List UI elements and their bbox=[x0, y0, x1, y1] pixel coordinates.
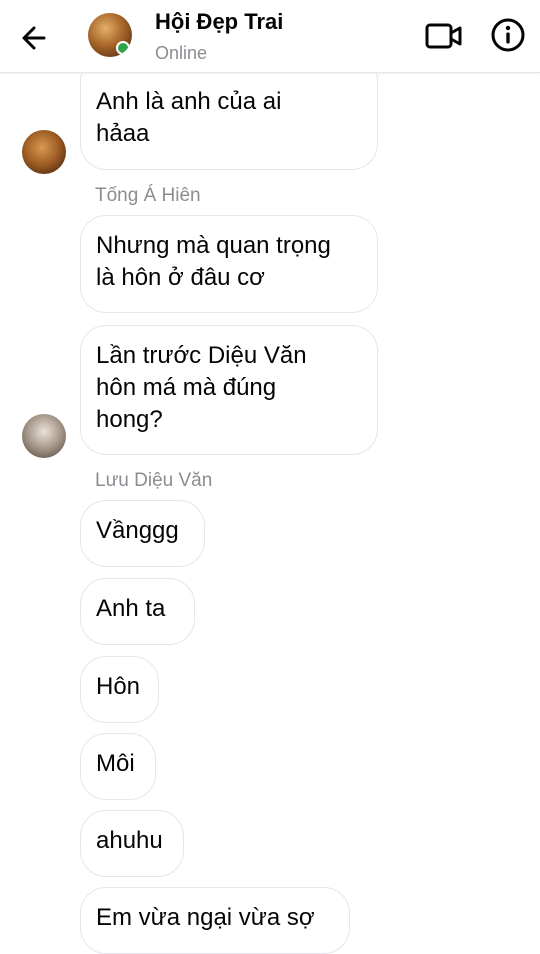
online-indicator bbox=[116, 41, 130, 55]
video-camera-icon bbox=[425, 23, 462, 49]
sender-avatar[interactable] bbox=[22, 130, 66, 174]
message-bubble[interactable]: Anh ta bbox=[80, 578, 195, 645]
sender-name: Lưu Diệu Văn bbox=[95, 470, 213, 491]
message-bubble[interactable]: Lần trước Diệu Văn hôn má mà đúng hong? bbox=[80, 325, 378, 455]
video-call-button[interactable] bbox=[425, 20, 463, 52]
message-bubble[interactable]: Hôn bbox=[80, 656, 159, 723]
chat-title[interactable]: Hội Đẹp Trai bbox=[155, 9, 283, 35]
message-bubble[interactable]: Anh là anh của ai hảaa bbox=[80, 72, 378, 170]
chat-avatar[interactable] bbox=[88, 13, 132, 57]
message-bubble[interactable]: Vầnggg bbox=[80, 500, 205, 567]
chat-header: Hội Đẹp Trai Online bbox=[0, 0, 540, 73]
sender-avatar[interactable] bbox=[22, 414, 66, 458]
message-bubble[interactable]: Em vừa ngại vừa sợ bbox=[80, 887, 350, 954]
arrow-left-icon bbox=[22, 26, 46, 50]
info-button[interactable] bbox=[490, 17, 526, 53]
message-bubble[interactable]: ahuhu bbox=[80, 810, 184, 877]
message-bubble[interactable]: Nhưng mà quan trọng là hôn ở đâu cơ bbox=[80, 215, 378, 313]
presence-status: Online bbox=[155, 43, 208, 63]
back-button[interactable] bbox=[16, 20, 56, 56]
info-circle-icon bbox=[491, 18, 525, 52]
message-thread: Anh là anh của ai hảaa Tống Á Hiên Nhưng… bbox=[0, 0, 540, 954]
sender-name: Tống Á Hiên bbox=[95, 185, 201, 206]
message-bubble[interactable]: Môi bbox=[80, 733, 156, 800]
